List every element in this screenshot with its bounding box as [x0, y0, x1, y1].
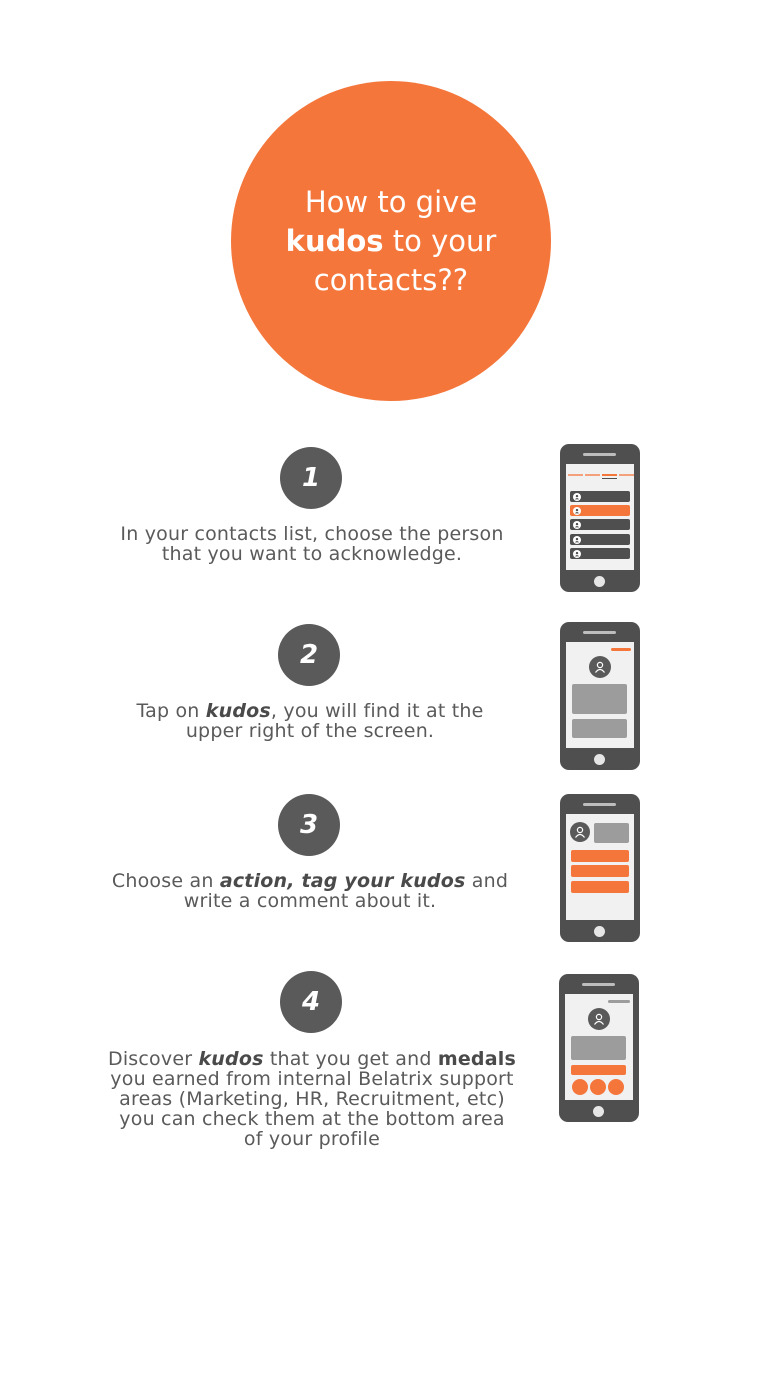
user-avatar-icon — [588, 1008, 610, 1030]
step-3-text: Choose an action, tag your kudos and wri… — [88, 871, 532, 911]
profile-detail-block — [572, 719, 627, 738]
step-1-line-2: that you want to acknowledge. — [161, 543, 463, 565]
tab-indicator — [619, 474, 634, 476]
user-avatar-icon — [573, 520, 581, 529]
step-4-line-4: you can check them at the bottom area — [119, 1108, 505, 1130]
contact-row — [570, 519, 630, 530]
phone-home-button — [594, 754, 605, 765]
step-4-line-5: of your profile — [243, 1128, 381, 1150]
smartphone-icon-step-3 — [560, 794, 640, 942]
step-2-line-1-pre: Tap on — [136, 700, 206, 722]
phone-speaker — [583, 803, 616, 806]
phone-speaker — [582, 983, 615, 986]
phone-screen — [566, 642, 634, 748]
step-3-line-1-pre: Choose an — [111, 870, 220, 892]
smartphone-icon-step-2 — [560, 622, 640, 770]
step-4-line-1-mid: that you get and — [263, 1048, 438, 1070]
title-circle: How to give kudos to your contacts?? — [231, 81, 551, 401]
title-kudos-bold: kudos — [285, 223, 384, 258]
phone-home-button — [594, 926, 605, 937]
top-right-indicator — [608, 1000, 630, 1003]
step-1-line-1: In your contacts list, choose the person — [120, 523, 504, 545]
smartphone-icon-step-4 — [559, 974, 639, 1122]
step-1-number: 1 — [280, 447, 342, 509]
action-option — [571, 850, 629, 862]
contact-row — [570, 534, 630, 545]
medal-icon — [572, 1079, 588, 1095]
comment-option — [571, 881, 629, 893]
tab-indicator — [568, 474, 583, 476]
phone-screen — [566, 464, 634, 570]
contact-row — [570, 491, 630, 502]
kudos-button-indicator — [611, 648, 631, 651]
step-4-medals-bold: medals — [437, 1048, 516, 1070]
contact-row-selected — [570, 505, 630, 516]
profile-info-block — [571, 1036, 626, 1060]
step-4-line-1: Discover kudos that you get and medals — [90, 1049, 534, 1069]
tag-option — [571, 865, 629, 877]
step-4-line-3: areas (Marketing, HR, Recruitment, etc) — [119, 1088, 505, 1110]
title-line-1: How to give — [304, 184, 478, 219]
tab-indicator — [585, 474, 600, 476]
title-line-2: kudos to your — [286, 222, 497, 261]
title-line-3: contacts?? — [313, 262, 469, 297]
step-2-line-2: upper right of the screen. — [185, 720, 435, 742]
step-3-line-1: Choose an action, tag your kudos and — [88, 871, 532, 891]
phone-speaker — [583, 631, 616, 634]
phone-screen — [565, 994, 633, 1100]
step-2-kudos-bold: kudos — [205, 700, 271, 722]
step-2-text: Tap on kudos, you will find it at the up… — [88, 701, 532, 741]
medal-icon — [608, 1079, 624, 1095]
step-4-number: 4 — [280, 971, 342, 1033]
user-avatar-icon — [573, 535, 581, 544]
user-avatar-icon — [589, 656, 611, 678]
profile-info-block — [594, 823, 629, 843]
step-2-line-1: Tap on kudos, you will find it at the — [88, 701, 532, 721]
step-3-action-bold: action, tag your kudos — [219, 870, 466, 892]
step-3-number: 3 — [278, 794, 340, 856]
step-3-line-1-post: and — [465, 870, 509, 892]
smartphone-icon-step-1 — [560, 444, 640, 592]
step-4-text: Discover kudos that you get and medals y… — [90, 1049, 534, 1149]
step-4-kudos-bold: kudos — [198, 1048, 264, 1070]
step-4-line-1-pre: Discover — [108, 1048, 199, 1070]
phone-home-button — [594, 576, 605, 587]
medal-icon — [590, 1079, 606, 1095]
title-line-2-rest: to your — [383, 223, 497, 258]
user-avatar-icon — [573, 549, 581, 558]
user-avatar-icon — [573, 492, 581, 501]
kudos-section — [571, 1065, 626, 1075]
profile-info-block — [572, 684, 627, 714]
phone-speaker — [583, 453, 616, 456]
step-4-line-2: you earned from internal Belatrix suppor… — [110, 1068, 514, 1090]
user-avatar-icon — [570, 822, 590, 842]
step-2-number: 2 — [278, 624, 340, 686]
tab-indicator-active — [602, 474, 617, 476]
step-1-text: In your contacts list, choose the person… — [90, 524, 534, 564]
step-3-line-2: write a comment about it. — [183, 890, 437, 912]
tab-underline — [602, 478, 617, 479]
contact-row — [570, 548, 630, 559]
phone-home-button — [593, 1106, 604, 1117]
user-avatar-icon — [573, 506, 581, 515]
phone-screen — [566, 814, 634, 920]
step-2-line-1-post: , you will find it at the — [270, 700, 484, 722]
